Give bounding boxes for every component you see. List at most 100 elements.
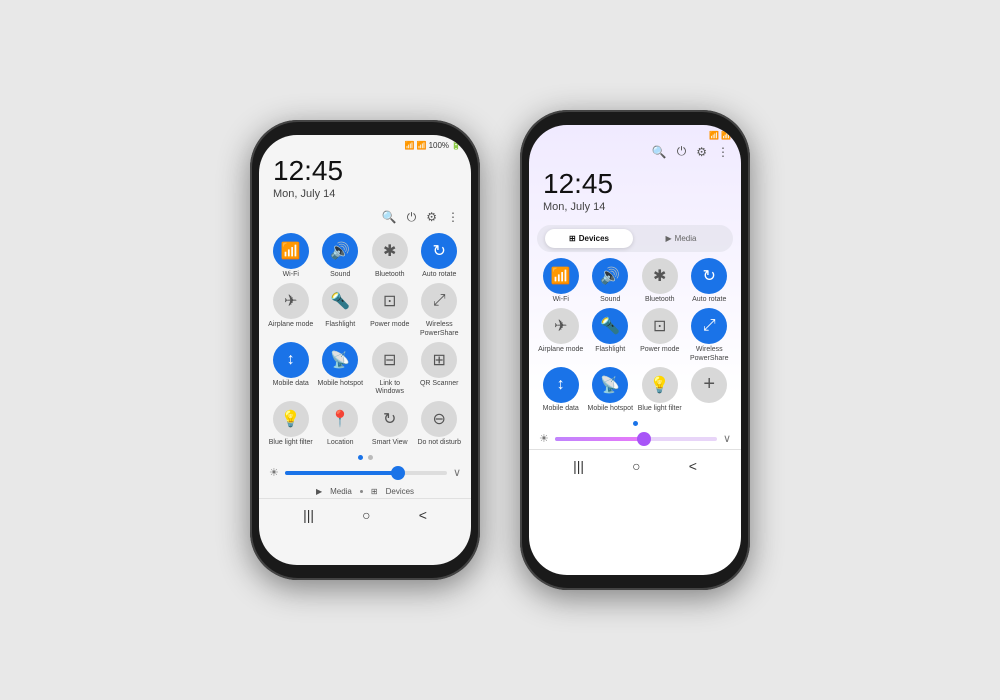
tile-bluelight-left[interactable]: 💡 Blue light filter <box>267 401 315 447</box>
power-icon-left[interactable]: ⏻ <box>407 210 417 225</box>
time-display-right: 12:45 Mon, July 14 <box>529 165 741 221</box>
sound-label-right: Sound <box>600 296 620 304</box>
qs-grid-right: 📶 Wi-Fi 🔊 Sound ✱ Bluetooth ↻ Auto rotat… <box>529 256 741 416</box>
phone-left: 📶 📶 100% 🔋 12:45 Mon, July 14 🔍 ⏻ ⚙ ⋮ 📶 … <box>250 120 480 580</box>
tile-smartview-left[interactable]: ↻ Smart View <box>366 401 414 447</box>
tile-dnd-left[interactable]: ⊖ Do not disturb <box>416 401 464 447</box>
tile-hotspot-left[interactable]: 📡 Mobile hotspot <box>317 342 365 397</box>
wifi-tile-icon-left: 📶 <box>273 233 309 269</box>
phone-right: 📶 📶 🔍 ⏻ ⚙ ⋮ 12:45 Mon, July 14 ⊞ Devices… <box>520 110 750 590</box>
settings-icon-right[interactable]: ⚙ <box>696 145 707 159</box>
brightness-slider-left[interactable] <box>285 471 447 475</box>
qs-toolbar-right: 🔍 ⏻ ⚙ ⋮ <box>529 142 741 165</box>
location-tile-icon-left: 📍 <box>322 401 358 437</box>
tile-flashlight-left[interactable]: 🔦 Flashlight <box>317 283 365 338</box>
smartview-label-left: Smart View <box>372 439 408 447</box>
wireless-label-right: Wireless PowerShare <box>686 346 734 363</box>
tile-wifi-right[interactable]: 📶 Wi-Fi <box>537 258 585 304</box>
autorotate-tile-icon-left: ↻ <box>421 233 457 269</box>
devices-tab-icon: ⊞ <box>569 234 576 243</box>
sound-label-left: Sound <box>330 271 350 279</box>
nav-bar-right: ||| ○ < <box>529 449 741 480</box>
status-icons-right: 📶 📶 <box>709 131 731 140</box>
chevron-icon-left[interactable]: ∨ <box>453 466 461 479</box>
hotspot-label-left: Mobile hotspot <box>317 380 363 388</box>
signal-icon-right: 📶 <box>721 131 731 140</box>
tile-wireless-left[interactable]: ⤢ Wireless PowerShare <box>416 283 464 338</box>
tile-mobiledata-right[interactable]: ↕ Mobile data <box>537 367 585 413</box>
wifi-label-right: Wi-Fi <box>553 296 569 304</box>
powermode-tile-icon-right: ⊡ <box>642 308 678 344</box>
tile-link-left[interactable]: ⊟ Link to Windows <box>366 342 414 397</box>
power-icon-right[interactable]: ⏻ <box>677 144 687 159</box>
tile-bluelight-right[interactable]: 💡 Blue light filter <box>636 367 684 413</box>
tile-bluetooth-right[interactable]: ✱ Bluetooth <box>636 258 684 304</box>
page-dots-right <box>529 415 741 430</box>
tile-qr-left[interactable]: ⊞ QR Scanner <box>416 342 464 397</box>
search-icon-right[interactable]: 🔍 <box>652 145 667 159</box>
mobiledata-tile-icon-right: ↕ <box>543 367 579 403</box>
tile-bluetooth-left[interactable]: ✱ Bluetooth <box>366 233 414 279</box>
qr-label-left: QR Scanner <box>420 380 459 388</box>
tile-location-left[interactable]: 📍 Location <box>317 401 365 447</box>
bluelight-tile-icon-left: 💡 <box>273 401 309 437</box>
tab-media-right[interactable]: ▶ Media <box>637 229 725 248</box>
time-display-left: 12:45 Mon, July 14 <box>259 152 471 208</box>
slider-thumb-left[interactable] <box>391 466 405 480</box>
more-icon-right[interactable]: ⋮ <box>717 145 729 159</box>
tile-airplane-left[interactable]: ✈ Airplane mode <box>267 283 315 338</box>
wifi-tile-icon-right: 📶 <box>543 258 579 294</box>
settings-icon-left[interactable]: ⚙ <box>426 210 437 224</box>
home-btn-right[interactable]: ○ <box>632 458 640 474</box>
status-bar-left: 📶 📶 100% 🔋 <box>259 135 471 152</box>
tile-airplane-right[interactable]: ✈ Airplane mode <box>537 308 585 363</box>
tile-power-left[interactable]: ⊡ Power mode <box>366 283 414 338</box>
tile-hotspot-right[interactable]: 📡 Mobile hotspot <box>587 367 635 413</box>
brightness-slider-right[interactable] <box>555 437 717 441</box>
back-btn-left[interactable]: < <box>419 507 427 523</box>
wifi-status-icon-right: 📶 <box>709 131 719 140</box>
smartview-tile-icon-left: ↻ <box>372 401 408 437</box>
airplane-label-left: Airplane mode <box>268 321 313 329</box>
chevron-icon-right[interactable]: ∨ <box>723 432 731 445</box>
media-label-left[interactable]: Media <box>330 487 352 496</box>
slider-thumb-right[interactable] <box>637 432 651 446</box>
flashlight-label-left: Flashlight <box>325 321 355 329</box>
more-icon-left[interactable]: ⋮ <box>447 210 459 224</box>
slider-fill-left <box>285 471 398 475</box>
hotspot-tile-icon-left: 📡 <box>322 342 358 378</box>
recent-btn-left[interactable]: ||| <box>303 507 314 523</box>
link-tile-icon-left: ⊟ <box>372 342 408 378</box>
tile-flashlight-right[interactable]: 🔦 Flashlight <box>587 308 635 363</box>
bluetooth-label-left: Bluetooth <box>375 271 405 279</box>
date-left: Mon, July 14 <box>273 188 457 200</box>
bluetooth-tile-icon-right: ✱ <box>642 258 678 294</box>
home-btn-left[interactable]: ○ <box>362 507 370 523</box>
autorotate-tile-icon-right: ↻ <box>691 258 727 294</box>
battery-text: 100% <box>429 141 449 150</box>
clock-left: 12:45 <box>273 156 457 187</box>
hotspot-label-right: Mobile hotspot <box>587 405 633 413</box>
dnd-tile-icon-left: ⊖ <box>421 401 457 437</box>
tile-sound-left[interactable]: 🔊 Sound <box>317 233 365 279</box>
bluelight-tile-icon-right: 💡 <box>642 367 678 403</box>
wifi-label-left: Wi-Fi <box>283 271 299 279</box>
tile-add-right[interactable]: + <box>686 367 734 413</box>
tile-mobiledata-left[interactable]: ↕ Mobile data <box>267 342 315 397</box>
tile-autorotate-right[interactable]: ↻ Auto rotate <box>686 258 734 304</box>
media-tab-label: Media <box>675 234 697 243</box>
sound-tile-icon-right: 🔊 <box>592 258 628 294</box>
devices-label-left[interactable]: Devices <box>386 487 414 496</box>
tile-power-right[interactable]: ⊡ Power mode <box>636 308 684 363</box>
search-icon-left[interactable]: 🔍 <box>382 210 397 224</box>
recent-btn-right[interactable]: ||| <box>573 458 584 474</box>
autorotate-label-right: Auto rotate <box>692 296 726 304</box>
page-dots-left <box>259 449 471 464</box>
tile-sound-right[interactable]: 🔊 Sound <box>587 258 635 304</box>
battery-icon: 🔋 <box>451 141 461 150</box>
back-btn-right[interactable]: < <box>689 458 697 474</box>
tab-devices-right[interactable]: ⊞ Devices <box>545 229 633 248</box>
tile-autorotate-left[interactable]: ↻ Auto rotate <box>416 233 464 279</box>
tile-wifi-left[interactable]: 📶 Wi-Fi <box>267 233 315 279</box>
tile-wireless-right[interactable]: ⤢ Wireless PowerShare <box>686 308 734 363</box>
